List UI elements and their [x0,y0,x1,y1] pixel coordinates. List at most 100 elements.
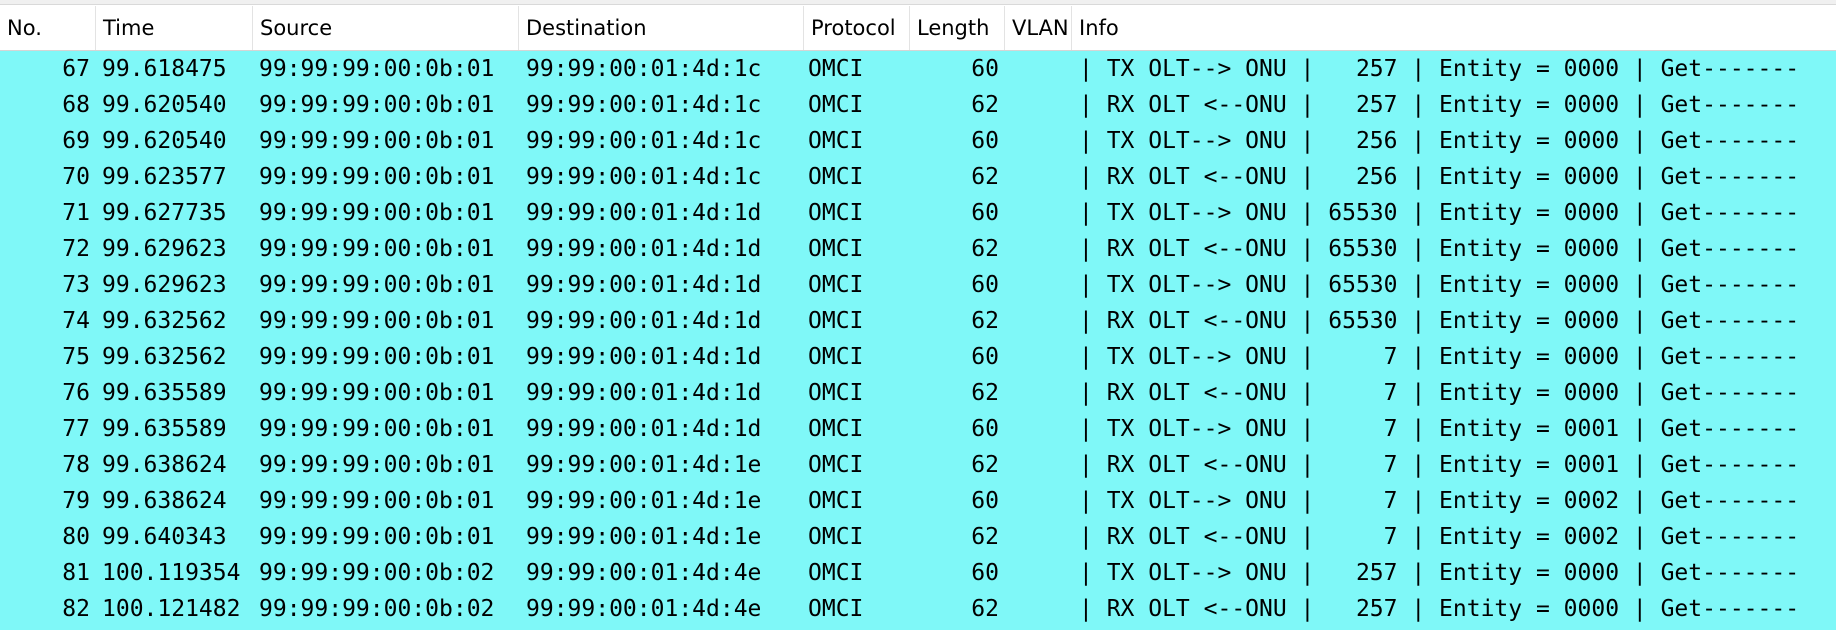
packet-length: 60 [971,272,999,298]
packet-row[interactable]: 70 99.623577 99:99:99:00:0b:01 99:99:00:01:… [0,159,1836,195]
packet-vlan [1004,339,1074,375]
column-header-info[interactable]: Info [1072,6,1836,50]
packet-time: 99.638624 [102,488,227,514]
packet-row[interactable]: 74 99.632562 99:99:99:00:0b:01 99:99:00:01:… [0,303,1836,339]
packet-info: | TX OLT--> ONU | 65530 | Entity = 0000 … [1079,200,1800,226]
packet-row[interactable]: 77 99.635589 99:99:99:00:0b:01 99:99:00:01:… [0,411,1836,447]
packet-source: 99:99:99:00:0b:01 [259,524,495,550]
column-header-length[interactable]: Length [910,6,1005,50]
packet-number: 79 [62,488,90,514]
packet-destination: 99:99:00:01:4d:1d [526,200,762,226]
packet-row[interactable]: 79 99.638624 99:99:99:00:0b:01 99:99:00:01:… [0,483,1836,519]
packet-row[interactable]: 69 99.620540 99:99:99:00:0b:01 99:99:00:01:… [0,123,1836,159]
packet-row[interactable]: 68 99.620540 99:99:99:00:0b:01 99:99:00:01:… [0,87,1836,123]
column-header-source[interactable]: Source [253,6,519,50]
packet-info: | TX OLT--> ONU | 7 | Entity = 0001 | Ge… [1079,416,1800,442]
packet-source: 99:99:99:00:0b:01 [259,488,495,514]
packet-destination: 99:99:00:01:4d:4e [526,560,762,586]
packet-destination: 99:99:00:01:4d:1e [526,488,762,514]
packet-number: 78 [62,452,90,478]
packet-time: 99.620540 [102,128,227,154]
packet-length: 60 [971,56,999,82]
column-header-no[interactable]: No. [0,6,96,50]
packet-time: 99.632562 [102,308,227,334]
packet-vlan [1004,195,1074,231]
packet-vlan [1004,267,1074,303]
packet-destination: 99:99:00:01:4d:1c [526,92,762,118]
packet-row[interactable]: 71 99.627735 99:99:99:00:0b:01 99:99:00:01:… [0,195,1836,231]
packet-time: 99.632562 [102,344,227,370]
packet-length: 62 [971,236,999,262]
packet-number: 68 [62,92,90,118]
packet-destination: 99:99:00:01:4d:1c [526,56,762,82]
packet-length: 62 [971,452,999,478]
packet-vlan [1004,159,1074,195]
packet-destination: 99:99:00:01:4d:1d [526,416,762,442]
column-header-vlan[interactable]: VLAN [1005,6,1072,50]
packet-destination: 99:99:00:01:4d:4e [526,596,762,622]
packet-info: | TX OLT--> ONU | 65530 | Entity = 0000 … [1079,272,1800,298]
packet-length: 60 [971,416,999,442]
packet-protocol: OMCI [808,560,864,586]
packet-number: 77 [62,416,90,442]
packet-row[interactable]: 81 100.119354 99:99:99:00:0b:02 99:99:00:01… [0,555,1836,591]
packet-info: | RX OLT <--ONU | 65530 | Entity = 0000 … [1079,236,1800,262]
packet-protocol: OMCI [808,380,864,406]
column-header-protocol[interactable]: Protocol [804,6,910,50]
packet-info: | TX OLT--> ONU | 7 | Entity = 0002 | Ge… [1079,488,1800,514]
packet-vlan [1004,555,1074,591]
packet-source: 99:99:99:00:0b:02 [259,596,495,622]
packet-source: 99:99:99:00:0b:01 [259,452,495,478]
packet-source: 99:99:99:00:0b:01 [259,416,495,442]
window-top-border [0,0,1836,5]
packet-destination: 99:99:00:01:4d:1e [526,452,762,478]
packet-row[interactable]: 72 99.629623 99:99:99:00:0b:01 99:99:00:01:… [0,231,1836,267]
packet-length: 62 [971,596,999,622]
packet-info: | RX OLT <--ONU | 7 | Entity = 0001 | Ge… [1079,452,1800,478]
packet-row[interactable]: 78 99.638624 99:99:99:00:0b:01 99:99:00:01:… [0,447,1836,483]
packet-vlan [1004,411,1074,447]
packet-source: 99:99:99:00:0b:02 [259,560,495,586]
packet-info: | RX OLT <--ONU | 257 | Entity = 0000 | … [1079,92,1800,118]
packet-time: 99.627735 [102,200,227,226]
packet-number: 67 [62,56,90,82]
packet-destination: 99:99:00:01:4d:1c [526,164,762,190]
packet-row[interactable]: 80 99.640343 99:99:99:00:0b:01 99:99:00:01:… [0,519,1836,555]
packet-length: 62 [971,524,999,550]
packet-source: 99:99:99:00:0b:01 [259,128,495,154]
packet-time: 99.635589 [102,380,227,406]
packet-vlan [1004,303,1074,339]
packet-length: 62 [971,164,999,190]
packet-source: 99:99:99:00:0b:01 [259,380,495,406]
packet-protocol: OMCI [808,308,864,334]
packet-protocol: OMCI [808,416,864,442]
packet-length: 62 [971,380,999,406]
packet-info: | TX OLT--> ONU | 256 | Entity = 0000 | … [1079,128,1800,154]
packet-source: 99:99:99:00:0b:01 [259,56,495,82]
packet-number: 71 [62,200,90,226]
packet-number: 75 [62,344,90,370]
packet-protocol: OMCI [808,452,864,478]
packet-vlan [1004,519,1074,555]
packet-list-header: No. Time Source Destination Protocol Len… [0,6,1836,51]
packet-number: 81 [62,560,90,586]
packet-time: 99.618475 [102,56,227,82]
packet-protocol: OMCI [808,272,864,298]
packet-row[interactable]: 75 99.632562 99:99:99:00:0b:01 99:99:00:01:… [0,339,1836,375]
column-header-time[interactable]: Time [96,6,253,50]
packet-row[interactable]: 82 100.121482 99:99:99:00:0b:02 99:99:00:01… [0,591,1836,627]
packet-source: 99:99:99:00:0b:01 [259,92,495,118]
packet-protocol: OMCI [808,200,864,226]
packet-row[interactable]: 73 99.629623 99:99:99:00:0b:01 99:99:00:01:… [0,267,1836,303]
packet-row[interactable]: 76 99.635589 99:99:99:00:0b:01 99:99:00:01:… [0,375,1836,411]
packet-protocol: OMCI [808,164,864,190]
column-header-destination[interactable]: Destination [519,6,804,50]
packet-vlan [1004,375,1074,411]
packet-source: 99:99:99:00:0b:01 [259,236,495,262]
packet-protocol: OMCI [808,344,864,370]
packet-time: 99.629623 [102,272,227,298]
packet-row[interactable]: 67 99.618475 99:99:99:00:0b:01 99:99:00:01:… [0,51,1836,87]
packet-destination: 99:99:00:01:4d:1d [526,380,762,406]
packet-source: 99:99:99:00:0b:01 [259,164,495,190]
packet-destination: 99:99:00:01:4d:1d [526,272,762,298]
